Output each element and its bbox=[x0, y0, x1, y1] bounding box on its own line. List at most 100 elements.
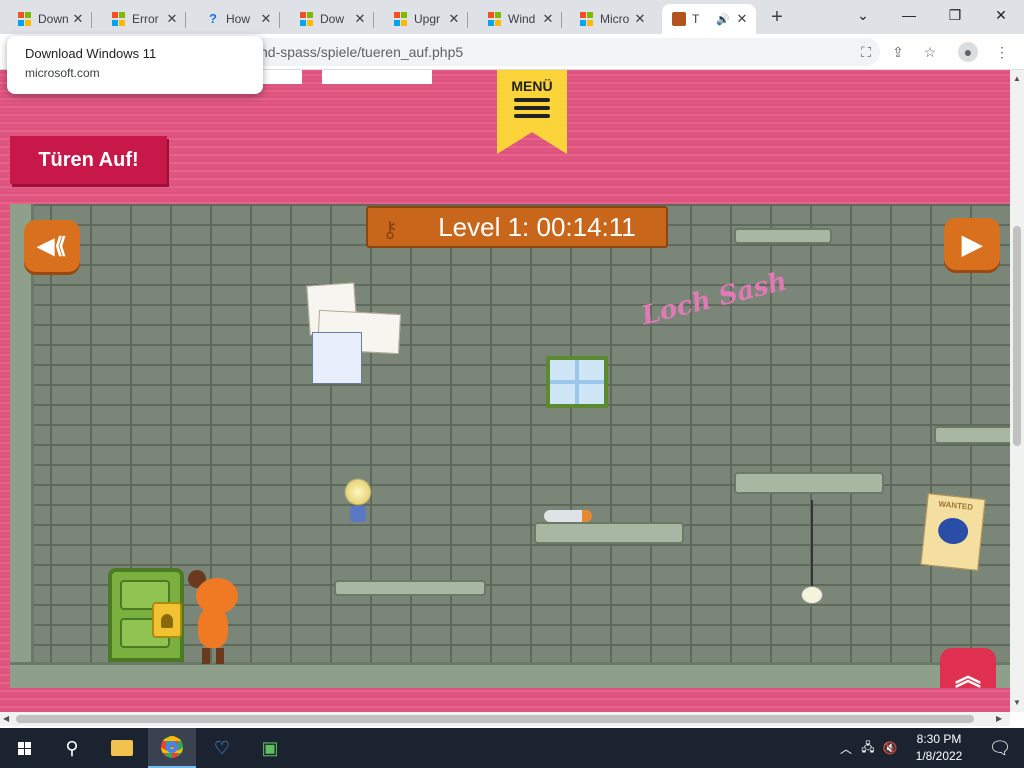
hamburger-icon bbox=[514, 98, 550, 118]
health-monitor-icon[interactable]: ♡ bbox=[198, 728, 246, 768]
wall-lamp-icon[interactable] bbox=[344, 478, 372, 524]
nav-item[interactable] bbox=[322, 70, 432, 84]
close-icon[interactable]: ✕ bbox=[734, 11, 750, 27]
close-icon[interactable]: ✕ bbox=[70, 11, 86, 27]
play-icon: ▶ bbox=[962, 228, 982, 259]
minimize-icon[interactable]: — bbox=[886, 0, 932, 30]
star-icon[interactable]: ☆ bbox=[920, 42, 940, 62]
profile-avatar-icon[interactable]: ● bbox=[958, 42, 978, 62]
speaker-mute-icon: ◀︎⟪ bbox=[37, 233, 67, 258]
scroll-left-arrow-icon[interactable]: ◀ bbox=[3, 714, 9, 723]
close-icon[interactable]: ✕ bbox=[540, 11, 556, 27]
hanging-lightbulb-icon[interactable] bbox=[800, 500, 824, 610]
speaker-icon[interactable]: 🔊 bbox=[716, 13, 730, 26]
tab-download-2[interactable]: Dow ✕ bbox=[290, 4, 374, 34]
scroll-right-arrow-icon[interactable]: ▶ bbox=[996, 714, 1002, 723]
menu-button[interactable]: MENÜ bbox=[497, 70, 567, 154]
network-icon[interactable]: 🖧 bbox=[858, 728, 878, 768]
help-circle-icon: ? bbox=[209, 11, 217, 26]
windows-logo-icon bbox=[394, 12, 408, 26]
tab-title: Dow bbox=[320, 12, 345, 26]
chevron-up-icon[interactable]: ︿ bbox=[836, 728, 856, 768]
mouse-character[interactable] bbox=[186, 568, 244, 664]
tab-title: Micro bbox=[600, 12, 630, 26]
platform bbox=[734, 228, 832, 244]
padlock-icon[interactable] bbox=[152, 602, 182, 638]
tab-error[interactable]: Error ✕ bbox=[102, 4, 186, 34]
windows-logo-icon bbox=[488, 12, 502, 26]
scroll-down-arrow-icon[interactable]: ▼ bbox=[1013, 698, 1021, 707]
tab-strip: Down ✕ Error ✕ ? How ✕ Dow ✕ Upgr ✕ Wind… bbox=[0, 0, 1024, 34]
new-tab-button[interactable]: + bbox=[765, 6, 789, 28]
stage-left-wall bbox=[10, 204, 34, 688]
key-icon: ⚷ bbox=[382, 217, 399, 242]
tab-windows[interactable]: Wind ✕ bbox=[478, 4, 562, 34]
scrollbar-thumb[interactable] bbox=[1013, 226, 1021, 446]
tab-title: Wind bbox=[508, 12, 536, 26]
close-icon[interactable]: ✕ bbox=[446, 11, 462, 27]
search-icon[interactable]: ⚲ bbox=[48, 728, 96, 768]
platform bbox=[534, 522, 684, 544]
tab-tueren-auf[interactable]: T 🔊 ✕ bbox=[662, 4, 756, 34]
scroll-up-button[interactable]: ︽ bbox=[940, 648, 996, 688]
wanted-poster[interactable]: WANTED bbox=[920, 493, 986, 571]
chrome-taskbar-icon[interactable] bbox=[148, 728, 196, 768]
close-icon[interactable]: ✕ bbox=[258, 11, 274, 27]
more-menu-icon[interactable]: ⋮ bbox=[992, 42, 1012, 62]
tab-download-windows[interactable]: Down ✕ bbox=[8, 4, 92, 34]
tab-hover-tooltip: Download Windows 11 microsoft.com bbox=[7, 36, 263, 94]
toothpaste-tube-icon[interactable] bbox=[544, 510, 592, 522]
windows-start-icon bbox=[17, 741, 31, 755]
tab-title: Upgr bbox=[414, 12, 441, 26]
platform bbox=[334, 580, 486, 596]
restore-icon[interactable]: ❐ bbox=[932, 0, 978, 30]
windows-logo-icon bbox=[300, 12, 314, 26]
windows-taskbar: ⚲ ♡ ▣ ︿ 🖧 🔇 8:30 PM 1/8/2022 🗨 bbox=[0, 728, 1024, 768]
scroll-up-arrow-icon[interactable]: ▲ bbox=[1013, 74, 1021, 83]
clock-date: 1/8/2022 bbox=[915, 749, 963, 763]
tab-how[interactable]: ? How ✕ bbox=[196, 4, 280, 34]
play-button[interactable]: ▶ bbox=[944, 218, 1000, 270]
scrollbar-thumb[interactable] bbox=[16, 715, 974, 723]
close-icon[interactable]: ✕ bbox=[632, 11, 648, 27]
clock-time: 8:30 PM bbox=[916, 732, 962, 746]
share-icon[interactable]: ⇪ bbox=[888, 42, 908, 62]
app-taskbar-icon[interactable]: ▣ bbox=[246, 728, 294, 768]
tab-upgrade[interactable]: Upgr ✕ bbox=[384, 4, 468, 34]
wanted-label: WANTED bbox=[938, 499, 974, 512]
tooltip-title: Download Windows 11 bbox=[25, 46, 157, 61]
menu-label: MENÜ bbox=[511, 78, 553, 94]
tab-search-icon[interactable]: ⌄ bbox=[840, 0, 886, 30]
platform bbox=[934, 426, 1010, 444]
game-title: Türen Auf! bbox=[10, 136, 167, 184]
level-timer-banner: ⚷ Level 1: 00:14:11 bbox=[366, 206, 668, 248]
start-button[interactable] bbox=[0, 728, 48, 768]
tab-microsoft[interactable]: Micro ✕ bbox=[570, 4, 654, 34]
stage-floor bbox=[10, 662, 1010, 688]
horizontal-scrollbar[interactable]: ◀ ▶ bbox=[0, 712, 1010, 726]
tooltip-domain: microsoft.com bbox=[25, 66, 100, 80]
volume-muted-icon[interactable]: 🔇 bbox=[880, 728, 900, 768]
file-explorer-icon[interactable] bbox=[98, 728, 146, 768]
tab-title: Error bbox=[132, 12, 159, 26]
close-icon[interactable]: ✕ bbox=[164, 11, 180, 27]
close-window-icon[interactable]: ✕ bbox=[978, 0, 1024, 30]
game-favicon-icon bbox=[672, 12, 686, 26]
sound-toggle-button[interactable]: ◀︎⟪ bbox=[24, 220, 80, 272]
close-icon[interactable]: ✕ bbox=[352, 11, 368, 27]
platform bbox=[734, 472, 884, 494]
notifications-icon[interactable]: 🗨 bbox=[976, 728, 1024, 768]
vertical-scrollbar[interactable]: ▲ ▼ bbox=[1010, 70, 1024, 712]
system-clock[interactable]: 8:30 PM 1/8/2022 bbox=[904, 731, 974, 765]
paper-stack-object[interactable] bbox=[306, 282, 401, 388]
url-text: nd-spass/spiele/tueren_auf.php5 bbox=[260, 44, 464, 60]
tab-title: How bbox=[226, 12, 251, 26]
tab-title: Down bbox=[38, 12, 69, 26]
translate-icon[interactable]: ⛶ bbox=[856, 42, 876, 62]
windows-logo-icon bbox=[18, 12, 32, 26]
game-stage[interactable]: ⚷ Level 1: 00:14:11 ◀︎⟪ ▶ Loch Sash WANT… bbox=[10, 204, 1010, 688]
level-timer-text: Level 1: 00:14:11 bbox=[438, 211, 636, 242]
elephant-icon bbox=[936, 516, 970, 546]
tab-title: T bbox=[692, 12, 700, 26]
window-object[interactable] bbox=[546, 356, 608, 408]
